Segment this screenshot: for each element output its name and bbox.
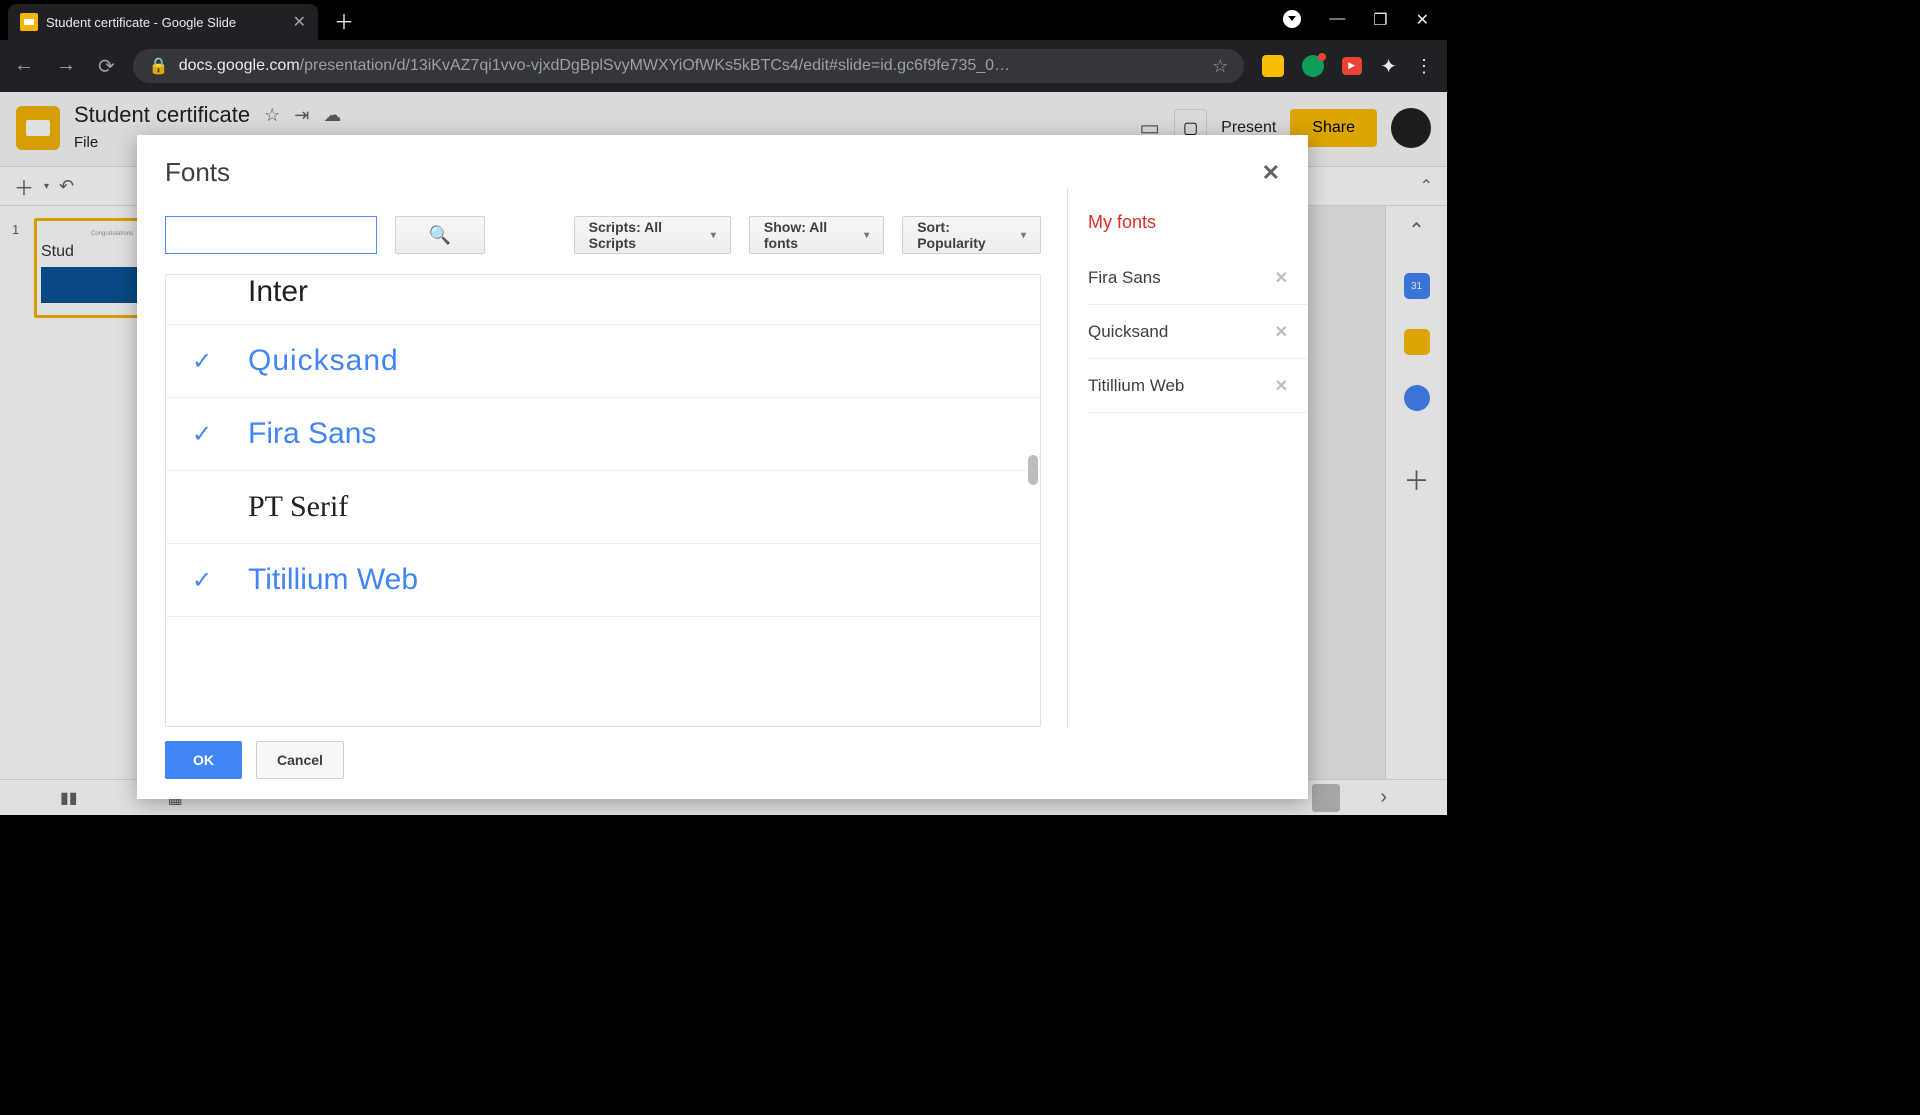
font-list[interactable]: Inter ✓ Quicksand ✓ Fira Sans PT Serif ✓… xyxy=(165,274,1041,727)
chevron-down-icon: ▾ xyxy=(864,230,869,241)
scrollbar-thumb[interactable] xyxy=(1028,455,1038,485)
check-icon: ✓ xyxy=(192,420,248,449)
font-search-input[interactable] xyxy=(165,216,377,254)
browser-tabstrip: Student certificate - Google Slide ✕ ＋ —… xyxy=(0,0,1447,40)
extension-1-icon[interactable] xyxy=(1262,55,1284,77)
font-name: Fira Sans xyxy=(248,417,376,451)
reload-icon[interactable]: ⟳ xyxy=(98,54,115,79)
back-icon[interactable]: ← xyxy=(14,54,34,79)
slides-favicon xyxy=(20,13,38,31)
browser-tab[interactable]: Student certificate - Google Slide ✕ xyxy=(8,4,318,40)
chevron-down-icon: ▾ xyxy=(1021,230,1026,241)
cancel-button[interactable]: Cancel xyxy=(256,741,344,779)
bookmark-star-icon[interactable]: ☆ xyxy=(1212,56,1228,77)
youtube-icon[interactable] xyxy=(1342,57,1362,75)
search-icon: 🔍 xyxy=(429,225,451,246)
font-name: PT Serif xyxy=(248,490,348,524)
chevron-down-icon: ▾ xyxy=(711,230,716,241)
remove-font-icon[interactable]: ✕ xyxy=(1275,268,1288,288)
my-font-name: Quicksand xyxy=(1088,322,1168,342)
minimize-icon[interactable]: — xyxy=(1329,10,1345,30)
close-dialog-icon[interactable]: ✕ xyxy=(1262,160,1280,186)
maximize-icon[interactable]: ❐ xyxy=(1373,10,1387,30)
window-controls: — ❐ ✕ xyxy=(1283,10,1447,30)
account-icon[interactable] xyxy=(1283,10,1301,28)
grammarly-icon[interactable] xyxy=(1302,55,1324,77)
font-row[interactable]: Inter xyxy=(166,275,1040,325)
search-button[interactable]: 🔍 xyxy=(395,216,485,254)
my-fonts-panel: My fonts Fira Sans ✕ Quicksand ✕ Titilli… xyxy=(1067,188,1308,727)
tab-title: Student certificate - Google Slide xyxy=(46,15,285,30)
url-text: docs.google.com/presentation/d/13iKvAZ7q… xyxy=(179,57,1202,75)
lock-icon: 🔒 xyxy=(149,56,169,76)
dialog-footer: OK Cancel xyxy=(137,727,1308,799)
new-tab-button[interactable]: ＋ xyxy=(334,6,354,35)
close-tab-icon[interactable]: ✕ xyxy=(293,12,306,32)
extensions-icon[interactable]: ✦ xyxy=(1380,54,1397,79)
font-row[interactable]: PT Serif xyxy=(166,471,1040,544)
controls-row: 🔍 Scripts: All Scripts ▾ Show: All fonts… xyxy=(165,188,1041,274)
font-name: Titillium Web xyxy=(248,563,418,597)
font-row[interactable]: ✓ Fira Sans xyxy=(166,398,1040,471)
fonts-dialog: Fonts ✕ 🔍 Scripts: All Scripts ▾ Show: A… xyxy=(137,135,1308,799)
font-name: Inter xyxy=(248,275,308,309)
check-icon: ✓ xyxy=(192,347,248,376)
check-icon: ✓ xyxy=(192,566,248,595)
sort-filter[interactable]: Sort: Popularity ▾ xyxy=(902,216,1041,254)
forward-icon[interactable]: → xyxy=(56,54,76,79)
browser-menu-icon[interactable]: ⋮ xyxy=(1415,56,1433,77)
my-fonts-title: My fonts xyxy=(1088,212,1308,233)
remove-font-icon[interactable]: ✕ xyxy=(1275,376,1288,396)
dialog-title: Fonts xyxy=(165,157,230,188)
url-box[interactable]: 🔒 docs.google.com/presentation/d/13iKvAZ… xyxy=(133,49,1244,83)
scripts-filter[interactable]: Scripts: All Scripts ▾ xyxy=(574,216,731,254)
font-row[interactable]: ✓ Quicksand xyxy=(166,325,1040,398)
close-window-icon[interactable]: ✕ xyxy=(1416,10,1429,30)
my-font-item[interactable]: Titillium Web ✕ xyxy=(1088,359,1308,413)
address-bar: ← → ⟳ 🔒 docs.google.com/presentation/d/1… xyxy=(0,40,1447,92)
my-font-name: Fira Sans xyxy=(1088,268,1161,288)
font-name: Quicksand xyxy=(248,344,399,378)
my-font-item[interactable]: Quicksand ✕ xyxy=(1088,305,1308,359)
font-row[interactable]: ✓ Titillium Web xyxy=(166,544,1040,617)
my-font-name: Titillium Web xyxy=(1088,376,1184,396)
my-font-item[interactable]: Fira Sans ✕ xyxy=(1088,251,1308,305)
remove-font-icon[interactable]: ✕ xyxy=(1275,322,1288,342)
show-filter[interactable]: Show: All fonts ▾ xyxy=(749,216,884,254)
ok-button[interactable]: OK xyxy=(165,741,242,779)
